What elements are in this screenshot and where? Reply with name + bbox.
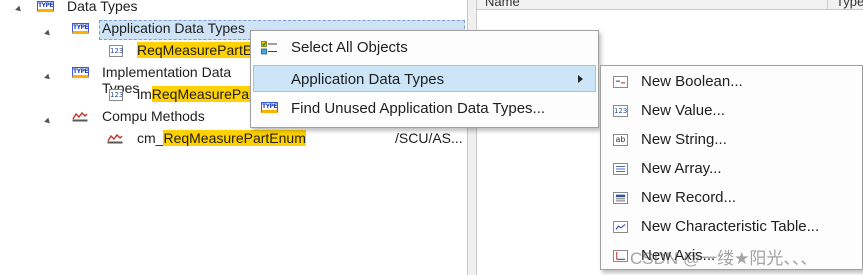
column-header-name-label: Name <box>485 0 520 9</box>
submenu-item-label: New String... <box>641 131 727 148</box>
submenu-application-data-types: New Boolean... 123 New Value... ab New S… <box>600 65 863 270</box>
boolean-icon <box>613 76 628 88</box>
context-menu: Select All Objects Application Data Type… <box>250 30 599 128</box>
tree-node-compu-methods[interactable]: Compu Methods <box>102 108 205 124</box>
submenu-item-new-characteristic-table[interactable]: New Characteristic Table... <box>603 213 860 240</box>
column-header-type[interactable]: Type <box>828 0 863 10</box>
compu-item-path: /SCU/AS... <box>395 130 463 146</box>
axis-icon <box>613 250 628 262</box>
menu-item-find-unused[interactable]: TYPE Find Unused Application Data Types.… <box>253 95 596 122</box>
submenu-item-new-array[interactable]: New Array... <box>603 155 860 182</box>
submenu-item-label: New Value... <box>641 102 725 119</box>
menu-item-label: Select All Objects <box>291 39 408 56</box>
column-header-name[interactable]: Name <box>477 0 827 10</box>
type-icon: TYPE <box>261 102 278 113</box>
compu-method-icon <box>107 133 123 144</box>
menu-item-label: Application Data Types <box>291 71 445 88</box>
submenu-item-new-value[interactable]: 123 New Value... <box>603 97 860 124</box>
tree-node-app-item[interactable]: ReqMeasurePartEnum <box>137 42 250 58</box>
record-icon <box>613 192 628 204</box>
impl-item-prefix: im <box>137 86 152 102</box>
type-folder-icon: TYPE <box>72 23 89 34</box>
tree-node-application-data-types[interactable]: Application Data Types <box>102 20 245 36</box>
compu-item-highlight: ReqMeasurePartEnum <box>163 130 306 146</box>
submenu-item-label: New Array... <box>641 160 722 177</box>
watermark: CSDN @一缕★阳光、、、 <box>630 249 818 268</box>
value-type-icon: 123 <box>109 89 124 101</box>
expand-arrow-icon[interactable] <box>15 5 23 14</box>
string-icon: ab <box>613 134 628 146</box>
type-folder-icon: TYPE <box>37 1 54 12</box>
impl-item-highlight: ReqMeasurePartEnum <box>151 86 250 102</box>
submenu-item-label: New Characteristic Table... <box>641 218 820 235</box>
submenu-item-label: New Boolean... <box>641 73 743 90</box>
menu-item-label: Find Unused Application Data Types... <box>291 100 546 117</box>
expand-arrow-icon[interactable] <box>44 73 52 82</box>
value-type-icon: 123 <box>109 45 124 57</box>
compu-method-icon <box>72 111 88 122</box>
tree-node-impl-item[interactable]: imReqMeasurePartEnum <box>137 86 250 102</box>
expand-arrow-icon[interactable] <box>44 117 52 126</box>
submenu-item-label: New Record... <box>641 189 737 206</box>
compu-item-prefix: cm_ <box>137 130 164 146</box>
characteristic-table-icon <box>613 221 628 233</box>
tree-node-compu-item[interactable]: cm_ReqMeasurePartEnum <box>137 130 306 146</box>
submenu-item-new-record[interactable]: New Record... <box>603 184 860 211</box>
array-icon <box>613 163 628 175</box>
expand-arrow-icon[interactable] <box>44 29 52 38</box>
column-header-type-label: Type <box>836 0 863 9</box>
submenu-item-new-boolean[interactable]: New Boolean... <box>603 68 860 95</box>
value-icon: 123 <box>613 105 628 117</box>
type-folder-icon: TYPE <box>72 67 89 78</box>
menu-item-select-all-objects[interactable]: Select All Objects <box>253 34 596 61</box>
menu-item-application-data-types[interactable]: Application Data Types <box>253 65 596 92</box>
tree-node-data-types[interactable]: Data Types <box>67 0 138 14</box>
submenu-item-new-string[interactable]: ab New String... <box>603 126 860 153</box>
submenu-arrow-icon <box>578 75 583 83</box>
select-all-icon <box>261 41 277 55</box>
